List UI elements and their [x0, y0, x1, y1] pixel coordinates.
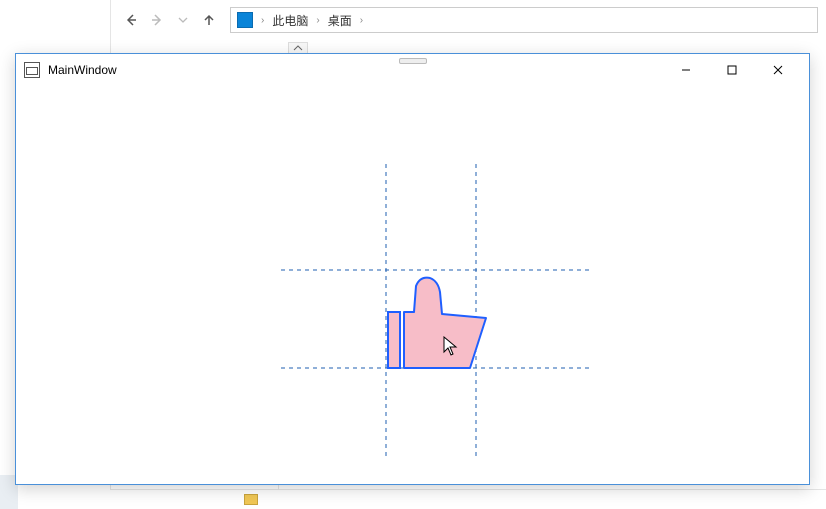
- close-button[interactable]: [755, 55, 801, 85]
- arrow-right-icon: [150, 13, 164, 27]
- chevron-down-icon: [178, 15, 188, 25]
- close-icon: [773, 65, 783, 75]
- explorer-bottom: [110, 489, 826, 509]
- chevron-up-icon: [293, 45, 303, 51]
- breadcrumb-part-pc[interactable]: 此电脑: [272, 12, 308, 29]
- window-title: MainWindow: [48, 63, 117, 77]
- minimize-icon: [681, 65, 691, 75]
- folder-item[interactable]: [244, 494, 258, 505]
- titlebar[interactable]: MainWindow: [16, 54, 809, 86]
- titlebar-grip-icon: [399, 58, 427, 64]
- canvas-area[interactable]: [16, 86, 809, 484]
- breadcrumb-sep: ›: [358, 15, 365, 26]
- nav-up-button[interactable]: [196, 7, 222, 33]
- nav-back-button[interactable]: [118, 7, 144, 33]
- explorer-left-gap: [0, 0, 110, 40]
- arrow-left-icon: [124, 13, 138, 27]
- nav-forward-button[interactable]: [144, 7, 170, 33]
- app-window: MainWindow: [15, 53, 810, 485]
- breadcrumb-sep: ›: [259, 15, 266, 26]
- folder-icon: [244, 494, 258, 505]
- explorer-nav-bar: › 此电脑 › 桌面 ›: [110, 0, 826, 40]
- maximize-button[interactable]: [709, 55, 755, 85]
- app-icon: [24, 62, 40, 78]
- breadcrumb-sep: ›: [314, 15, 321, 26]
- breadcrumb-part-desktop[interactable]: 桌面: [328, 12, 352, 29]
- drawing-canvas: [16, 86, 809, 485]
- pc-icon: [237, 12, 253, 28]
- window-controls: [663, 55, 801, 85]
- arrow-up-icon: [202, 13, 216, 27]
- minimize-button[interactable]: [663, 55, 709, 85]
- address-bar[interactable]: › 此电脑 › 桌面 ›: [230, 7, 818, 33]
- nav-recent-button[interactable]: [170, 7, 196, 33]
- maximize-icon: [727, 65, 737, 75]
